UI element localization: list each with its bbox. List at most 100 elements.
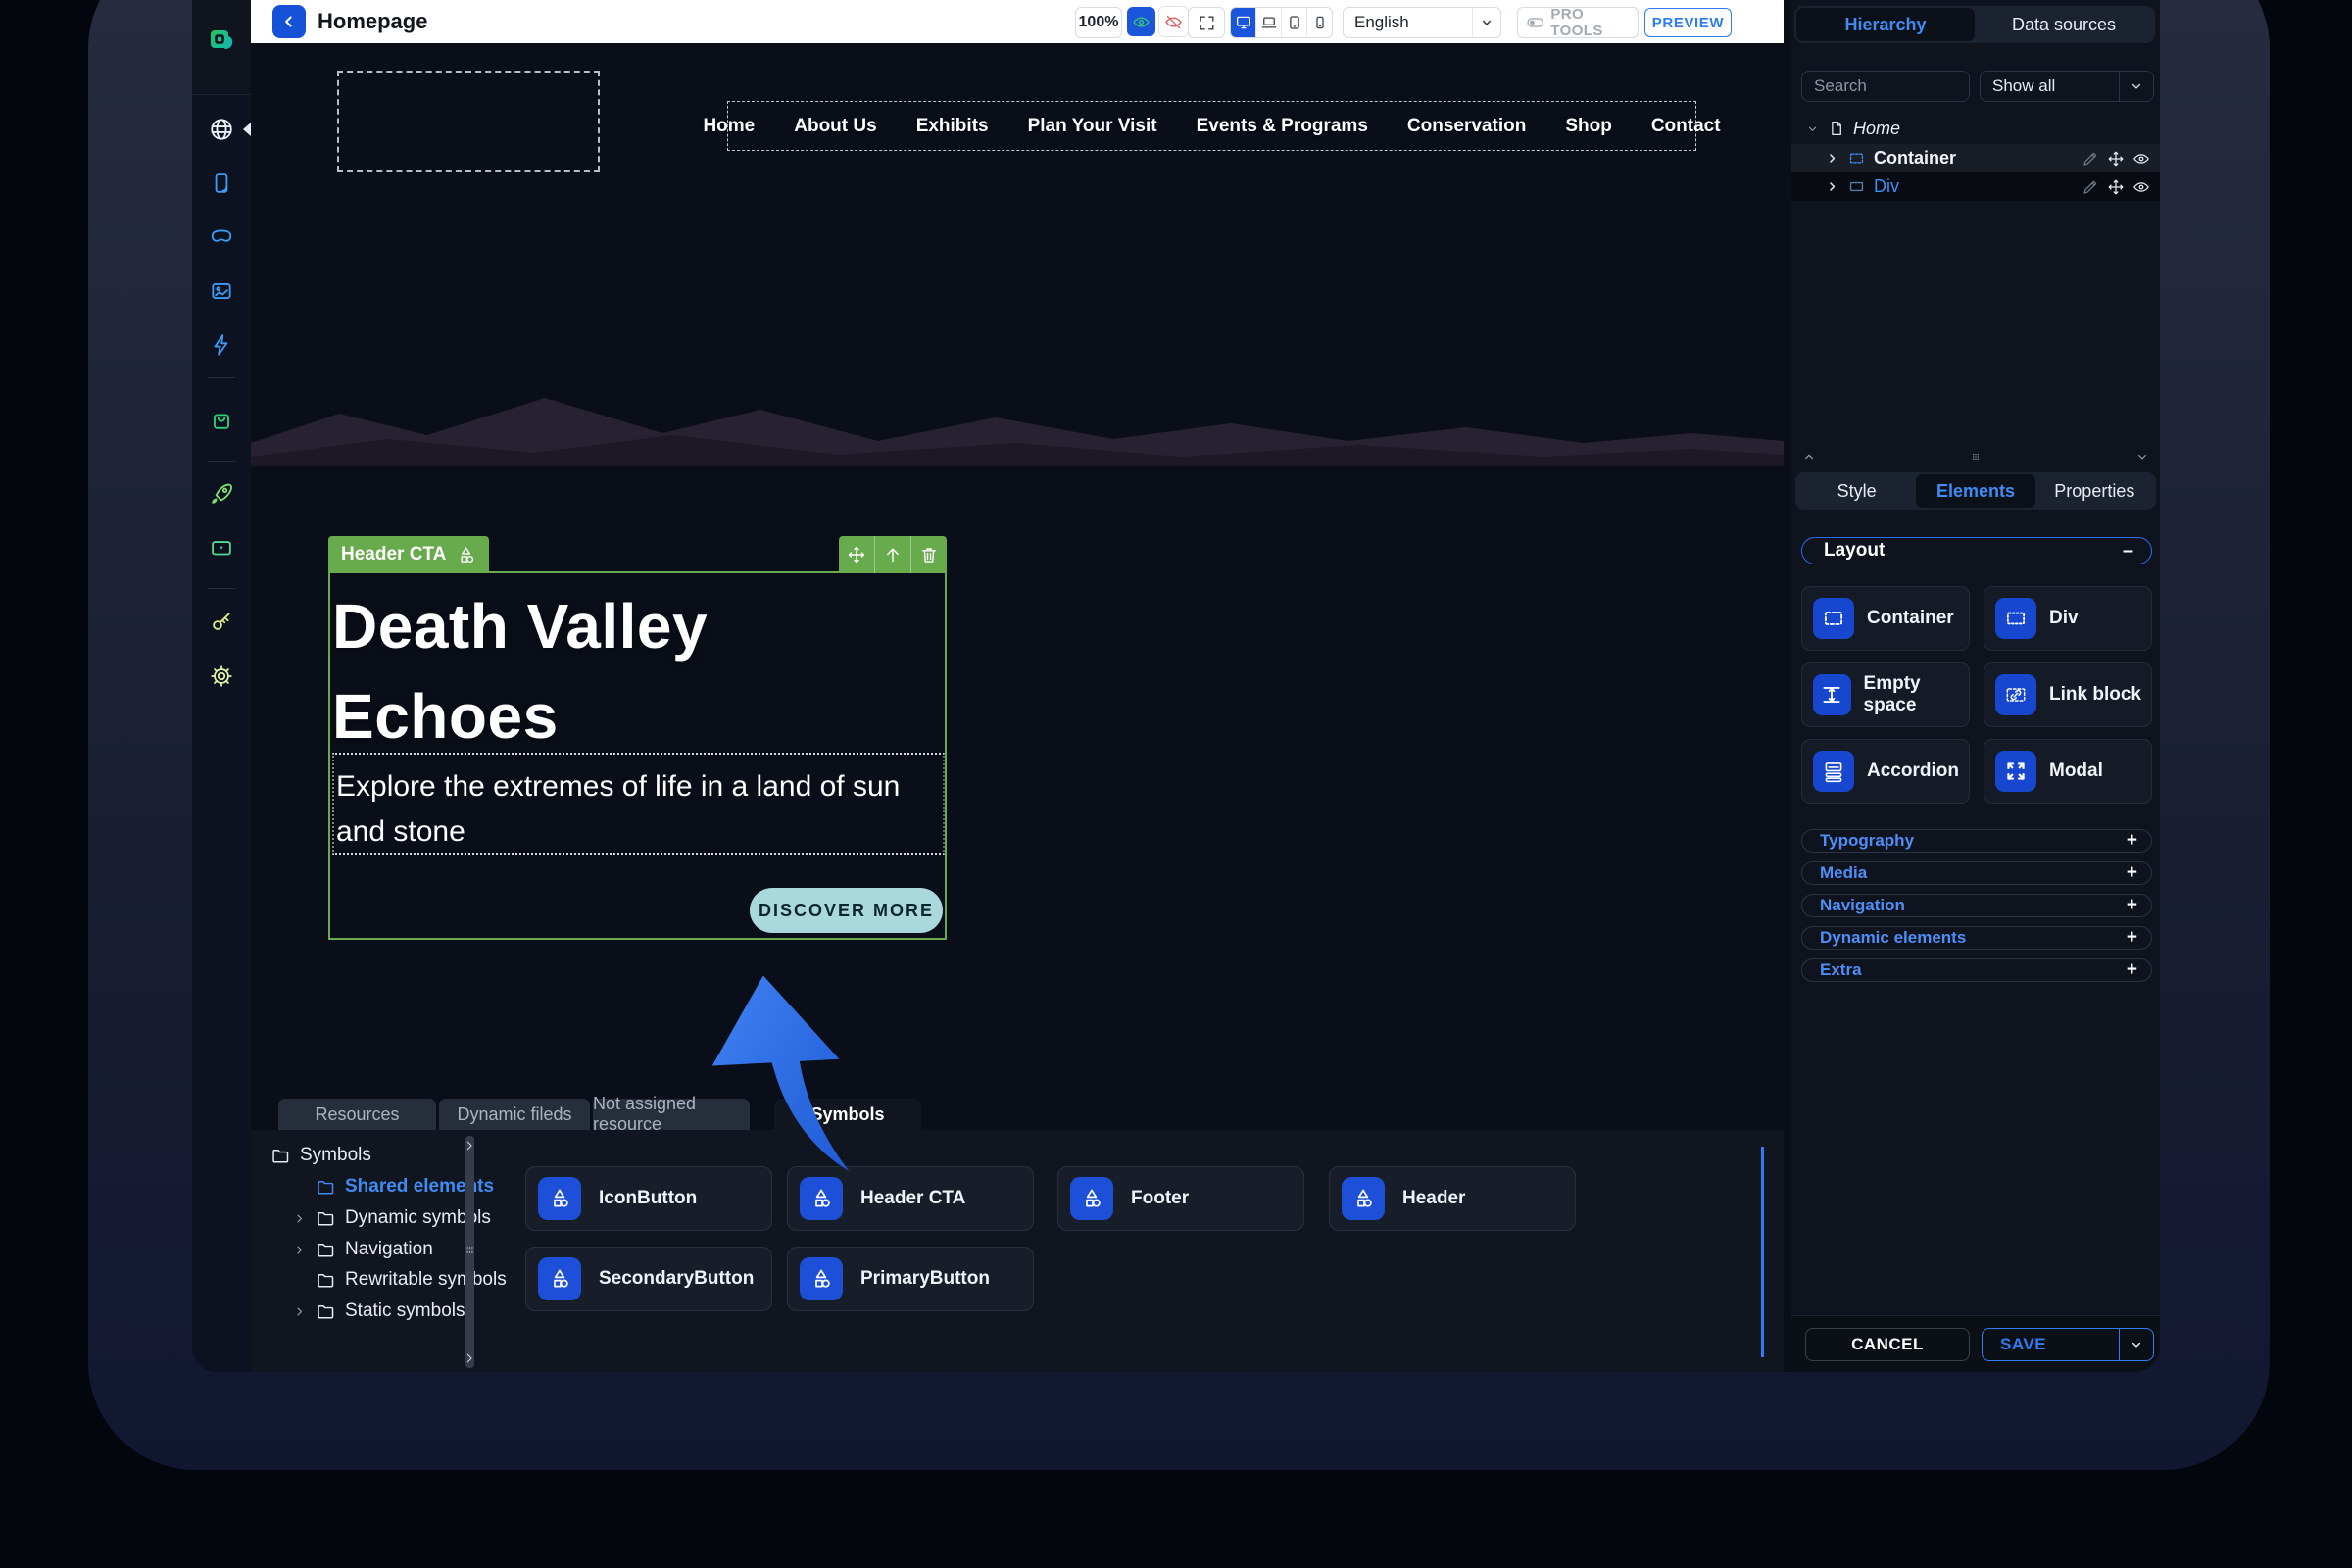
app-window: Homepage 100% English PRO TOOLS <box>192 0 2160 1372</box>
fullscreen-button[interactable] <box>1188 7 1225 38</box>
nav-link[interactable]: Exhibits <box>916 116 989 137</box>
key-icon[interactable] <box>209 609 234 634</box>
language-select[interactable]: English <box>1343 7 1501 38</box>
device-tablet-button[interactable] <box>1282 8 1307 37</box>
nav-link[interactable]: Conservation <box>1407 116 1526 137</box>
selected-element-outline[interactable]: Header CTA Death Valley Echoes Explore t… <box>328 571 947 940</box>
select-parent-button[interactable] <box>874 536 910 573</box>
app-sidebar <box>192 0 251 1372</box>
show-all-select[interactable]: Show all <box>1980 71 2154 102</box>
preview-button[interactable]: PREVIEW <box>1644 8 1732 37</box>
pencil-icon[interactable] <box>2082 150 2099 168</box>
search-field[interactable] <box>1801 71 1970 102</box>
nav-link[interactable]: Contact <box>1651 116 1721 137</box>
device-mobile-button[interactable] <box>1307 8 1332 37</box>
element-div[interactable]: Div <box>1984 586 2152 651</box>
nav-link[interactable]: Plan Your Visit <box>1028 116 1157 137</box>
tree-item-dynamic-symbols[interactable]: Dynamic symbols <box>292 1205 491 1231</box>
hero-heading[interactable]: Death Valley Echoes <box>332 581 708 761</box>
nav-link[interactable]: Home <box>703 116 755 137</box>
chevron-right-icon[interactable] <box>1825 179 1839 194</box>
nav-link[interactable]: About Us <box>794 116 876 137</box>
pro-tools-toggle[interactable]: PRO TOOLS <box>1517 7 1639 38</box>
chevron-down-icon[interactable] <box>2134 449 2150 465</box>
back-button[interactable] <box>272 5 306 38</box>
video-player-icon[interactable] <box>209 535 234 561</box>
element-link-block[interactable]: Link block <box>1984 662 2152 727</box>
tab-data-sources[interactable]: Data sources <box>1975 8 2153 41</box>
move-icon[interactable] <box>2107 178 2125 196</box>
tab-elements[interactable]: Elements <box>1916 474 2034 508</box>
section-dynamic-elements[interactable]: Dynamic elements + <box>1801 926 2152 950</box>
section-title: Typography <box>1802 831 2127 851</box>
search-input[interactable] <box>1802 76 1969 96</box>
tab-style[interactable]: Style <box>1797 474 1916 508</box>
element-accordion[interactable]: Accordion <box>1801 739 1970 804</box>
tab-hierarchy[interactable]: Hierarchy <box>1796 8 1975 41</box>
symbol-card-header[interactable]: Header <box>1329 1166 1576 1231</box>
topbar: Homepage 100% English PRO TOOLS <box>251 0 1784 43</box>
hide-hidden-button[interactable] <box>1158 6 1189 37</box>
cancel-button[interactable]: CANCEL <box>1805 1328 1970 1361</box>
tree-item-symbols-root[interactable]: Symbols <box>270 1143 371 1168</box>
tab-properties[interactable]: Properties <box>2035 474 2154 508</box>
eye-icon[interactable] <box>2132 178 2150 196</box>
collapse-minus-icon[interactable]: – <box>2123 540 2151 563</box>
eye-icon[interactable] <box>2132 150 2150 168</box>
chevron-down-icon[interactable] <box>1805 122 1820 136</box>
save-button[interactable]: SAVE <box>1982 1328 2154 1361</box>
symbol-card-footer[interactable]: Footer <box>1057 1166 1304 1231</box>
media-gallery-icon[interactable] <box>209 278 234 304</box>
mask-icon[interactable] <box>209 224 234 250</box>
design-canvas[interactable]: Home About Us Exhibits Plan Your Visit E… <box>251 43 1784 1372</box>
save-options-button[interactable] <box>2119 1329 2153 1360</box>
nav-link[interactable]: Events & Programs <box>1197 116 1368 137</box>
move-icon[interactable] <box>2107 150 2125 168</box>
section-navigation[interactable]: Navigation + <box>1801 894 2152 917</box>
tab-resources[interactable]: Resources <box>278 1099 436 1130</box>
hero-cta-button[interactable]: DISCOVER MORE <box>750 888 943 933</box>
tree-item-navigation[interactable]: Navigation <box>292 1237 433 1262</box>
tree-item-rewritable-symbols[interactable]: Rewritable symbols <box>316 1267 507 1293</box>
selection-label-tag[interactable]: Header CTA <box>328 536 489 573</box>
element-modal[interactable]: Modal <box>1984 739 2152 804</box>
hierarchy-row-div[interactable]: Div <box>1791 172 2160 201</box>
delete-button[interactable] <box>910 536 947 573</box>
tab-dynamic-fields[interactable]: Dynamic fileds <box>439 1099 590 1130</box>
element-empty-space[interactable]: Empty space <box>1801 662 1970 727</box>
section-media[interactable]: Media + <box>1801 861 2152 885</box>
drag-handle[interactable] <box>839 536 874 573</box>
show-hidden-button[interactable] <box>1127 7 1155 36</box>
tree-item-static-symbols[interactable]: Static symbols <box>292 1298 465 1324</box>
nav-link[interactable]: Shop <box>1565 116 1612 137</box>
grip-icon[interactable] <box>1968 449 1984 465</box>
pages-globe-icon[interactable] <box>209 117 234 142</box>
zoom-level[interactable]: 100% <box>1075 7 1122 38</box>
symbol-card-primarybutton[interactable]: PrimaryButton <box>787 1247 1034 1311</box>
element-container[interactable]: Container <box>1801 586 1970 651</box>
hierarchy-row-container[interactable]: Container <box>1791 144 2160 172</box>
device-desktop-button[interactable] <box>1231 8 1256 37</box>
chevron-right-icon[interactable] <box>1825 151 1839 166</box>
shopping-bag-icon[interactable] <box>209 408 234 433</box>
gear-icon[interactable] <box>209 663 234 689</box>
hero-subtitle-box[interactable]: Explore the extremes of life in a land o… <box>332 753 945 855</box>
site-navbar[interactable]: Home About Us Exhibits Plan Your Visit E… <box>727 101 1696 151</box>
rocket-icon[interactable] <box>209 481 234 507</box>
section-layout[interactable]: Layout – <box>1801 537 2152 564</box>
folder-icon <box>270 1146 291 1166</box>
symbol-icon <box>456 545 476 565</box>
pencil-icon[interactable] <box>2082 178 2099 196</box>
app-logo-icon[interactable] <box>207 25 238 57</box>
site-logo-placeholder[interactable] <box>337 71 600 172</box>
panel-resizer[interactable] <box>466 1136 474 1368</box>
chevron-up-icon[interactable] <box>1801 449 1817 465</box>
device-phone-icon[interactable] <box>209 171 234 196</box>
device-laptop-button[interactable] <box>1256 8 1282 37</box>
section-extra[interactable]: Extra + <box>1801 958 2152 982</box>
panel-divider[interactable] <box>1761 1147 1764 1357</box>
lightning-icon[interactable] <box>209 332 234 358</box>
hierarchy-row-home[interactable]: Home <box>1791 116 2160 141</box>
symbol-card-secondarybutton[interactable]: SecondaryButton <box>525 1247 772 1311</box>
section-typography[interactable]: Typography + <box>1801 829 2152 853</box>
